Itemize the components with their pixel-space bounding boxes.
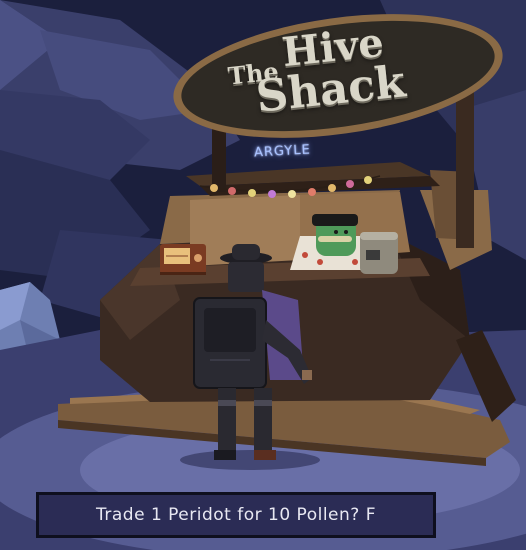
vendor-name-neon: ARGYLE [253,142,312,161]
game-scene: Hive The Shack ARGYLE Trade 1 Peridot fo… [0,0,526,550]
jar-prop [360,232,398,274]
trade-dialog[interactable]: Trade 1 Peridot for 10 Pollen? F [36,492,436,538]
trade-dialog-text: Trade 1 Peridot for 10 Pollen? F [96,505,376,525]
radio-prop [160,244,206,275]
